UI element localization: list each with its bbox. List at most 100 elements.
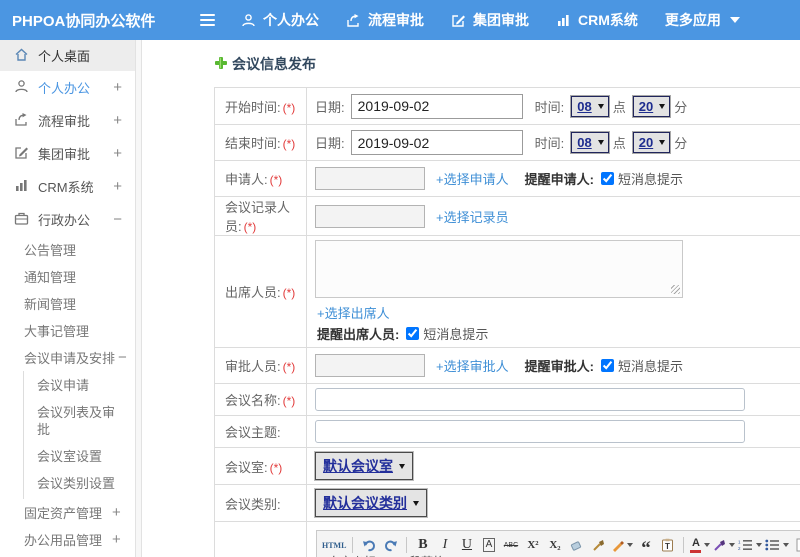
nav-workflow-approval[interactable]: 流程审批 [346, 10, 424, 30]
end-date-input[interactable] [350, 130, 523, 155]
end-minute-select[interactable]: 20 [632, 132, 671, 153]
sidebar-item-personal-office[interactable]: 个人办公 + [0, 71, 135, 104]
attendees-sms-checkbox[interactable] [406, 327, 420, 340]
meeting-room-select[interactable]: 默认会议室 [315, 452, 413, 480]
sidebar-item-notice-mgmt[interactable]: 通知管理 [0, 263, 135, 290]
choose-applicant-link[interactable]: +选择申请人 [436, 169, 509, 188]
field-label: 会议记录人员: [225, 200, 291, 234]
field-label: 结束时间: [225, 136, 281, 151]
start-minute-select[interactable]: 20 [632, 95, 671, 117]
paste-icon[interactable]: T [658, 535, 677, 555]
sidebar-item-workflow-approval[interactable]: 流程审批 + [0, 104, 135, 137]
date-label: 日期: [315, 99, 345, 115]
sidebar: 个人桌面 个人办公 + 流程审批 + 集团审批 + CRM系统 + 行政办公 −… [0, 40, 136, 557]
redo-button[interactable] [381, 535, 400, 555]
choose-approver-link[interactable]: +选择审批人 [436, 356, 509, 375]
required-mark: (*) [282, 286, 296, 300]
menu-toggle-icon[interactable] [200, 14, 215, 26]
expand-icon: + [113, 79, 122, 96]
sidebar-item-crm-system[interactable]: CRM系统 + [0, 170, 135, 203]
person-icon [14, 79, 29, 97]
sidebar-item-fixed-assets-mgmt[interactable]: 固定资产管理 + [0, 499, 135, 526]
main-content: 会议信息发布 开始时间:(*) 日期: 时间: 08 点 20 分 [142, 40, 800, 557]
time-label: 时间: [534, 99, 565, 115]
workflow-icon [14, 112, 29, 130]
choose-recorder-link[interactable]: +选择记录员 [436, 207, 509, 226]
nav-personal-office[interactable]: 个人办公 [241, 10, 319, 30]
sidebar-item-meeting-room-settings[interactable]: 会议室设置 [24, 444, 117, 471]
eraser-icon[interactable] [567, 535, 586, 555]
approver-input[interactable] [315, 354, 425, 377]
sidebar-item-meeting-category-settings[interactable]: 会议类别设置 [24, 471, 117, 498]
field-label: 会议名称: [225, 393, 281, 408]
required-mark: (*) [282, 360, 296, 374]
expand-icon: + [113, 178, 122, 195]
approver-sms-checkbox[interactable] [600, 359, 614, 372]
svg-text:1: 1 [738, 540, 741, 545]
highlight-pen-icon[interactable] [611, 535, 634, 555]
sidebar-item-desktop[interactable]: 个人桌面 [0, 40, 135, 71]
style-button[interactable]: A [479, 535, 498, 555]
start-date-input[interactable] [350, 93, 523, 119]
applicant-input[interactable] [315, 167, 425, 190]
choose-attendees-link[interactable]: +选择出席人 [317, 303, 390, 322]
field-label: 会议主题: [225, 425, 281, 440]
time-label: 时间: [534, 136, 565, 151]
new-page-icon[interactable] [792, 535, 800, 555]
sidebar-item-admin-office[interactable]: 行政办公 − [0, 203, 135, 236]
background-color-icon[interactable] [713, 535, 736, 555]
green-plus-icon [214, 56, 228, 73]
edit-icon [451, 13, 466, 28]
start-hour-select[interactable]: 08 [571, 95, 609, 117]
chevron-down-icon [729, 17, 740, 23]
required-mark: (*) [269, 173, 283, 187]
field-label: 审批人员: [225, 359, 281, 374]
subscript-button[interactable]: X₂ [545, 535, 564, 555]
required-mark: (*) [243, 220, 257, 234]
font-color-button[interactable]: A [690, 535, 711, 555]
nav-group-approval[interactable]: 集团审批 [451, 10, 529, 30]
field-label: 会议室: [225, 459, 268, 475]
ordered-list-icon[interactable]: 12 [738, 535, 763, 555]
top-bar: PHPOA协同办公软件 个人办公 流程审批 集团审批 CRM系统 更多应用 [0, 0, 800, 40]
recorder-input[interactable] [315, 204, 425, 228]
sms-label: 短消息提示 [617, 359, 683, 374]
app-title: PHPOA协同办公软件 [12, 12, 156, 30]
sidebar-item-announcement-mgmt[interactable]: 公告管理 [0, 236, 135, 263]
applicant-sms-checkbox[interactable] [600, 172, 614, 185]
blockquote-button[interactable]: “ [636, 535, 655, 557]
sidebar-item-library-mgmt[interactable]: 图书管理 + [0, 553, 135, 557]
unordered-list-icon[interactable] [765, 535, 790, 555]
strikethrough-button[interactable]: ABC [501, 535, 520, 555]
sidebar-item-events-mgmt[interactable]: 大事记管理 [0, 317, 135, 344]
sidebar-item-office-supplies-mgmt[interactable]: 办公用品管理 + [0, 526, 135, 553]
sidebar-item-meeting-apply[interactable]: 会议申请 [24, 373, 117, 400]
collapse-icon: − [118, 349, 127, 366]
sidebar-item-news-mgmt[interactable]: 新闻管理 [0, 290, 135, 317]
meeting-name-input[interactable] [315, 388, 745, 411]
format-brush-icon[interactable] [589, 535, 608, 555]
underline-button[interactable]: U [457, 535, 476, 555]
end-hour-select[interactable]: 08 [571, 132, 609, 153]
meeting-subject-input[interactable] [315, 420, 745, 443]
meeting-category-select[interactable]: 默认会议类别 [315, 489, 427, 517]
field-label: 会议类别: [225, 496, 281, 512]
hour-suffix: 点 [612, 136, 626, 151]
superscript-button[interactable]: X² [523, 535, 542, 555]
sidebar-item-meeting-request-group[interactable]: 会议申请及安排 − [0, 344, 135, 371]
required-mark: (*) [282, 137, 296, 151]
field-label: 出席人员: [225, 285, 281, 300]
home-icon [14, 47, 29, 65]
attendees-textarea[interactable] [315, 240, 683, 298]
bar-chart-icon [556, 13, 571, 28]
sidebar-item-group-approval[interactable]: 集团审批 + [0, 137, 135, 170]
rich-text-editor: HTML B I U A ABC X² X₂ “ T A 1 2 [316, 530, 800, 557]
chevron-down-icon [659, 103, 666, 109]
nav-more-apps[interactable]: 更多应用 [665, 10, 740, 30]
chevron-down-icon [783, 543, 790, 547]
sidebar-item-meeting-list-approval[interactable]: 会议列表及审批 [24, 400, 117, 444]
expand-icon: + [113, 112, 122, 129]
required-mark: (*) [282, 100, 296, 115]
sms-label: 短消息提示 [423, 327, 489, 342]
nav-crm-system[interactable]: CRM系统 [556, 10, 638, 30]
